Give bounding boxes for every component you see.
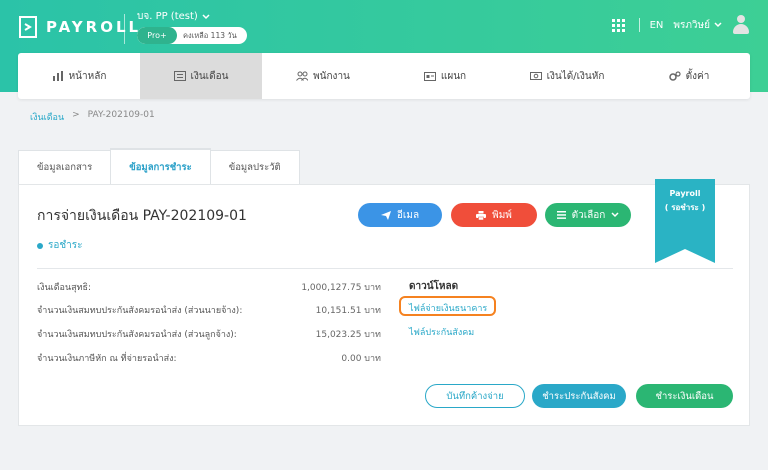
chevron-down-icon <box>611 212 619 218</box>
pay-social-security-button[interactable]: ชำระประกันสังคม <box>532 384 626 408</box>
download-title: ดาวน์โหลด <box>409 281 459 292</box>
username: พรภวิษย์ <box>673 19 710 31</box>
menu-icon <box>556 211 566 219</box>
row-label: จำนวนเงินสมทบประกันสังคมรอนำส่ง (ส่วนลูก… <box>37 330 237 340</box>
social-security-file-link[interactable]: ไฟล์ประกันสังคม <box>409 325 474 339</box>
chart-icon <box>52 71 63 81</box>
nav-item-income-deduction[interactable]: เงินได้/เงินหัก <box>506 53 628 99</box>
printer-icon <box>476 210 487 220</box>
tab-document-info[interactable]: ข้อมูลเอกสาร <box>18 150 112 184</box>
breadcrumb-separator: > <box>72 110 80 120</box>
options-button[interactable]: ตัวเลือก <box>545 203 631 227</box>
payslip-icon <box>173 71 186 81</box>
plan-remaining: คงเหลือ 113 วัน <box>183 30 237 40</box>
plan-indicator: Pro+ คงเหลือ 113 วัน <box>137 27 247 44</box>
status-label: รอชำระ <box>48 240 83 251</box>
header-separator <box>638 18 640 32</box>
row-value: 10,151.51 บาท <box>315 306 381 316</box>
plan-badge: Pro+ <box>137 27 177 44</box>
avatar[interactable] <box>732 15 750 35</box>
gear-icon <box>668 71 681 81</box>
money-icon <box>529 72 542 80</box>
nav-label: แผนก <box>440 70 467 82</box>
nav-label: หน้าหลัก <box>68 70 107 82</box>
tab-bar: ข้อมูลเอกสาร ข้อมูลการชำระ ข้อมูลประวัติ <box>18 148 300 184</box>
nav-label: ตั้งค่า <box>685 70 710 82</box>
email-button[interactable]: อีเมล <box>358 203 442 227</box>
tab-history[interactable]: ข้อมูลประวัติ <box>209 150 300 184</box>
pay-salary-button[interactable]: ชำระเงินเดือน <box>636 384 733 408</box>
breadcrumb: เงินเดือน > PAY-202109-01 <box>30 110 155 124</box>
language-switch[interactable]: EN <box>650 20 664 31</box>
tab-payment-info[interactable]: ข้อมูลการชำระ <box>110 148 211 184</box>
header-right: EN พรภวิษย์ <box>611 15 750 35</box>
breadcrumb-current: PAY-202109-01 <box>87 110 155 120</box>
company-selector[interactable]: บจ. PP (test) <box>137 9 210 24</box>
nav-label: เงินได้/เงินหัก <box>546 70 605 82</box>
row-label: จำนวนเงินสมทบประกันสังคมรอนำส่ง (ส่วนนาย… <box>37 306 243 316</box>
status-dot <box>37 242 43 249</box>
apps-grid-icon[interactable] <box>611 18 625 32</box>
breadcrumb-parent[interactable]: เงินเดือน <box>30 110 64 124</box>
chevron-down-icon <box>202 13 210 19</box>
chevron-down-icon <box>714 22 722 28</box>
logo-text: PAYROLL <box>46 18 142 36</box>
nav-label: เงินเดือน <box>190 70 229 82</box>
divider <box>37 268 733 269</box>
nav-item-department[interactable]: แผนก <box>384 53 506 99</box>
nav-item-settings[interactable]: ตั้งค่า <box>628 53 750 99</box>
payroll-card: การจ่ายเงินเดือน PAY-202109-01 รอชำระ อี… <box>18 179 750 426</box>
summary-row: จำนวนเงินภาษีหัก ณ ที่จ่ายรอนำส่ง: 0.00 … <box>37 351 381 365</box>
logo[interactable]: PAYROLL <box>18 14 141 40</box>
row-label: จำนวนเงินภาษีหัก ณ ที่จ่ายรอนำส่ง: <box>37 354 177 364</box>
status-ribbon: Payroll ( รอชำระ ) <box>655 179 715 249</box>
nav-item-payroll[interactable]: เงินเดือน <box>140 53 262 99</box>
summary-row: เงินเดือนสุทธิ: 1,000,127.75 บาท <box>37 280 381 294</box>
row-label: เงินเดือนสุทธิ: <box>37 283 92 293</box>
summary-row: จำนวนเงินสมทบประกันสังคมรอนำส่ง (ส่วนนาย… <box>37 303 381 317</box>
header-divider <box>124 14 125 44</box>
nav-item-employees[interactable]: พนักงาน <box>262 53 384 99</box>
summary-row: จำนวนเงินสมทบประกันสังคมรอนำส่ง (ส่วนลูก… <box>37 327 381 341</box>
status-badge: รอชำระ <box>37 238 83 253</box>
logo-icon <box>19 16 37 38</box>
ribbon-status: ( รอชำระ ) <box>664 203 706 212</box>
department-icon <box>423 72 436 81</box>
people-icon <box>296 71 309 81</box>
ribbon-tail <box>655 249 715 263</box>
row-value: 15,023.25 บาท <box>315 330 381 340</box>
email-button-label: อีเมล <box>396 209 420 221</box>
nav-item-home[interactable]: หน้าหลัก <box>18 53 140 99</box>
page-title: การจ่ายเงินเดือน PAY-202109-01 <box>37 208 247 224</box>
print-button[interactable]: พิมพ์ <box>451 203 537 227</box>
company-name: บจ. PP (test) <box>137 11 198 22</box>
row-value: 1,000,127.75 บาท <box>301 283 381 293</box>
print-button-label: พิมพ์ <box>492 209 512 221</box>
user-menu[interactable]: พรภวิษย์ <box>673 18 722 33</box>
row-value: 0.00 บาท <box>341 354 381 364</box>
ribbon-title: Payroll <box>669 189 701 198</box>
main-nav: หน้าหลัก เงินเดือน พนักงาน แผนก เงินได้/… <box>18 53 750 99</box>
nav-label: พนักงาน <box>313 70 350 82</box>
send-icon <box>380 210 391 220</box>
save-pending-button[interactable]: บันทึกค้างจ่าย <box>425 384 525 408</box>
options-button-label: ตัวเลือก <box>571 209 606 221</box>
bank-file-link[interactable]: ไฟล์จ่ายเงินธนาคาร <box>409 301 487 315</box>
